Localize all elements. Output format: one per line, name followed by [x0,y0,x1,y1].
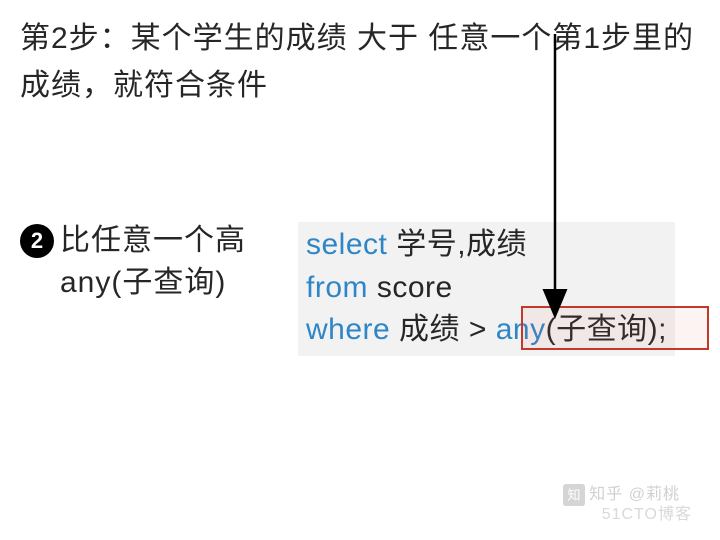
code-text: (子查询); [546,313,667,346]
keyword-any: any [496,313,546,346]
code-text: 成绩 > [390,313,496,346]
bullet-number-circle: 2 [20,224,54,258]
step-heading: 第2步：某个学生的成绩 大于 任意一个第1步里的成绩，就符合条件 [20,16,700,109]
code-line-3: where 成绩 > any(子查询); [306,309,667,352]
zhihu-icon: 知 [563,484,585,506]
keyword-where: where [306,313,390,346]
bullet-line-1: 比任意一个高 [60,224,246,257]
svg-text:知: 知 [567,486,580,502]
sql-code-block: select 学号,成绩 from score where 成绩 > any(子… [298,222,675,356]
bullet-line-2: any(子查询) [60,266,226,299]
watermark-51cto: 51CTO博客 [602,500,692,524]
code-text: score [368,271,453,304]
bullet-text: 比任意一个高 any(子查询) [60,220,246,304]
bullet-row: 2 比任意一个高 any(子查询) [20,220,246,304]
keyword-from: from [306,271,368,304]
code-text: 学号,成绩 [387,228,527,261]
code-line-1: select 学号,成绩 [306,224,667,267]
keyword-select: select [306,228,387,261]
code-line-2: from score [306,267,667,310]
